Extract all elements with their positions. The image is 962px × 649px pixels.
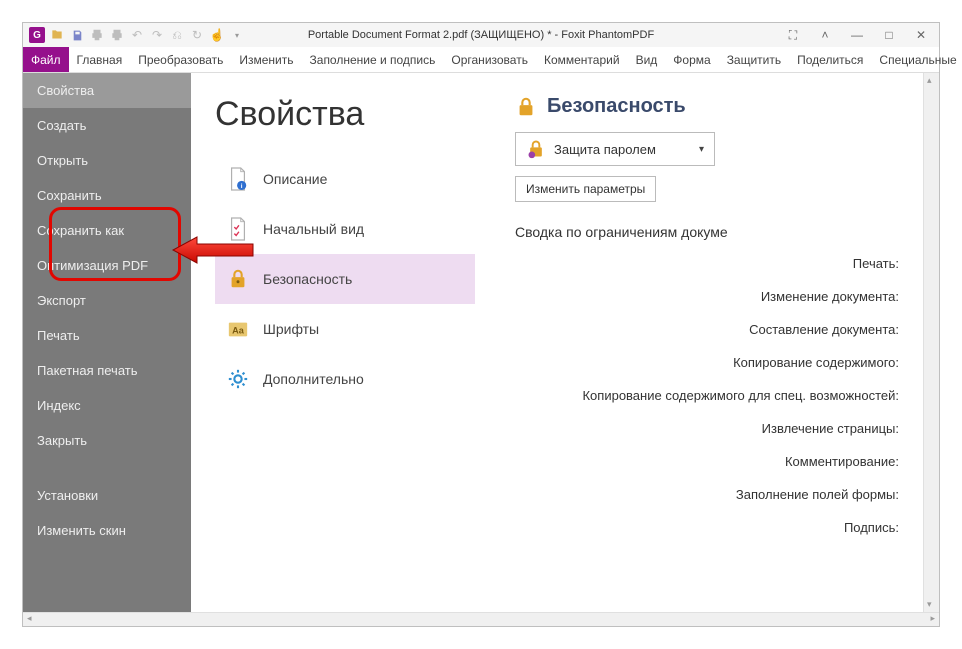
restriction-row: Комментирование: — [515, 454, 899, 469]
sidebar-item-index[interactable]: Индекс — [23, 388, 191, 423]
tab-protect[interactable]: Защитить — [719, 47, 789, 72]
restriction-row: Печать: — [515, 256, 899, 271]
tab-view[interactable]: Вид — [628, 47, 666, 72]
svg-text:Aa: Aa — [232, 326, 245, 336]
restriction-list: Печать: Изменение документа: Составление… — [515, 256, 899, 535]
maximize-icon[interactable]: □ — [877, 25, 901, 45]
close-icon[interactable]: ✕ — [909, 25, 933, 45]
security-header-label: Безопасность — [547, 95, 686, 118]
print2-icon[interactable] — [109, 27, 125, 43]
tab-convert[interactable]: Преобразовать — [130, 47, 231, 72]
proptab-label: Дополнительно — [263, 371, 364, 387]
undo-icon[interactable]: ↶ — [129, 27, 145, 43]
fonts-icon: Aa — [227, 318, 249, 340]
properties-tabs-column: Свойства i Описание Начальный вид — [215, 95, 475, 602]
tab-home[interactable]: Главная — [69, 47, 131, 72]
ribbon-tabs: Файл Главная Преобразовать Изменить Запо… — [23, 47, 939, 73]
restriction-row: Копирование содержимого: — [515, 355, 899, 370]
hand-icon[interactable]: ☝ — [209, 27, 225, 43]
lock-icon — [515, 96, 537, 118]
sidebar-item-batch-print[interactable]: Пакетная печать — [23, 353, 191, 388]
redo2-icon[interactable]: ↻ — [189, 27, 205, 43]
sidebar-item-skin[interactable]: Изменить скин — [23, 513, 191, 548]
quick-access-toolbar: G ↶ ↷ ⎌ ↻ ☝ ▾ — [23, 27, 245, 43]
lock-icon — [227, 268, 249, 290]
restriction-row: Подпись: — [515, 520, 899, 535]
svg-text:i: i — [241, 183, 243, 190]
sidebar-spacer — [23, 458, 191, 478]
tab-fillsign[interactable]: Заполнение и подпись — [302, 47, 444, 72]
sidebar-item-open[interactable]: Открыть — [23, 143, 191, 178]
gear-icon — [227, 368, 249, 390]
sidebar-item-properties[interactable]: Свойства — [23, 73, 191, 108]
tab-organize[interactable]: Организовать — [443, 47, 536, 72]
restriction-row: Составление документа: — [515, 322, 899, 337]
tab-share[interactable]: Поделиться — [789, 47, 871, 72]
open-icon[interactable] — [49, 27, 65, 43]
security-method-value: Защита паролем — [554, 142, 656, 157]
checklist-icon — [227, 218, 249, 240]
undo2-icon[interactable]: ⎌ — [169, 27, 185, 43]
sidebar-item-save-as[interactable]: Сохранить как — [23, 213, 191, 248]
redo-icon[interactable]: ↷ — [149, 27, 165, 43]
save-icon[interactable] — [69, 27, 85, 43]
tab-file[interactable]: Файл — [23, 47, 69, 72]
proptab-advanced[interactable]: Дополнительно — [215, 354, 475, 404]
sidebar-item-export[interactable]: Экспорт — [23, 283, 191, 318]
properties-pane: Свойства i Описание Начальный вид — [191, 73, 923, 612]
proptab-security[interactable]: Безопасность — [215, 254, 475, 304]
restriction-summary-title: Сводка по ограничениям докуме — [515, 224, 899, 240]
fullscreen-icon[interactable]: ⛶ — [781, 25, 805, 45]
tab-edit[interactable]: Изменить — [231, 47, 301, 72]
proptab-label: Безопасность — [263, 271, 352, 287]
proptab-description[interactable]: i Описание — [215, 154, 475, 204]
app-icon: G — [29, 27, 45, 43]
lock-user-icon — [526, 139, 546, 159]
file-menu-sidebar: Свойства Создать Открыть Сохранить Сохра… — [23, 73, 191, 612]
sidebar-item-preferences[interactable]: Установки — [23, 478, 191, 513]
sidebar-item-create[interactable]: Создать — [23, 108, 191, 143]
restriction-row: Заполнение полей формы: — [515, 487, 899, 502]
proptab-initial-view[interactable]: Начальный вид — [215, 204, 475, 254]
restriction-row: Извлечение страницы: — [515, 421, 899, 436]
window-controls: ⛶ ˄ — □ ✕ — [781, 25, 939, 45]
minimize-icon[interactable]: — — [845, 25, 869, 45]
window-frame: G ↶ ↷ ⎌ ↻ ☝ ▾ Portable Document Format 2… — [22, 22, 940, 627]
document-info-icon: i — [227, 168, 249, 190]
sidebar-item-optimize[interactable]: Оптимизация PDF — [23, 248, 191, 283]
security-method-dropdown[interactable]: Защита паролем ▾ — [515, 132, 715, 166]
proptab-label: Начальный вид — [263, 221, 364, 237]
proptab-label: Шрифты — [263, 321, 319, 337]
tab-comment[interactable]: Комментарий — [536, 47, 628, 72]
sidebar-item-save[interactable]: Сохранить — [23, 178, 191, 213]
chevron-down-icon: ▾ — [699, 144, 704, 155]
proptab-label: Описание — [263, 171, 327, 187]
security-header: Безопасность — [515, 95, 899, 118]
sidebar-item-close[interactable]: Закрыть — [23, 423, 191, 458]
change-settings-button[interactable]: Изменить параметры — [515, 176, 656, 202]
ribbon-collapse-icon[interactable]: ˄ — [813, 25, 837, 45]
qat-customize-icon[interactable]: ▾ — [229, 27, 245, 43]
print-icon[interactable] — [89, 27, 105, 43]
page-title: Свойства — [215, 95, 475, 134]
workspace: Свойства Создать Открыть Сохранить Сохра… — [23, 73, 939, 612]
horizontal-scrollbar[interactable] — [23, 612, 939, 626]
tab-form[interactable]: Форма — [665, 47, 718, 72]
restriction-row: Копирование содержимого для спец. возмож… — [515, 388, 899, 403]
tab-special[interactable]: Специальные — [871, 47, 962, 72]
sidebar-item-print[interactable]: Печать — [23, 318, 191, 353]
security-panel: Безопасность Защита паролем ▾ Изменить п… — [515, 95, 899, 602]
proptab-fonts[interactable]: Aa Шрифты — [215, 304, 475, 354]
vertical-scrollbar[interactable] — [923, 73, 939, 612]
title-bar: G ↶ ↷ ⎌ ↻ ☝ ▾ Portable Document Format 2… — [23, 23, 939, 47]
restriction-row: Изменение документа: — [515, 289, 899, 304]
